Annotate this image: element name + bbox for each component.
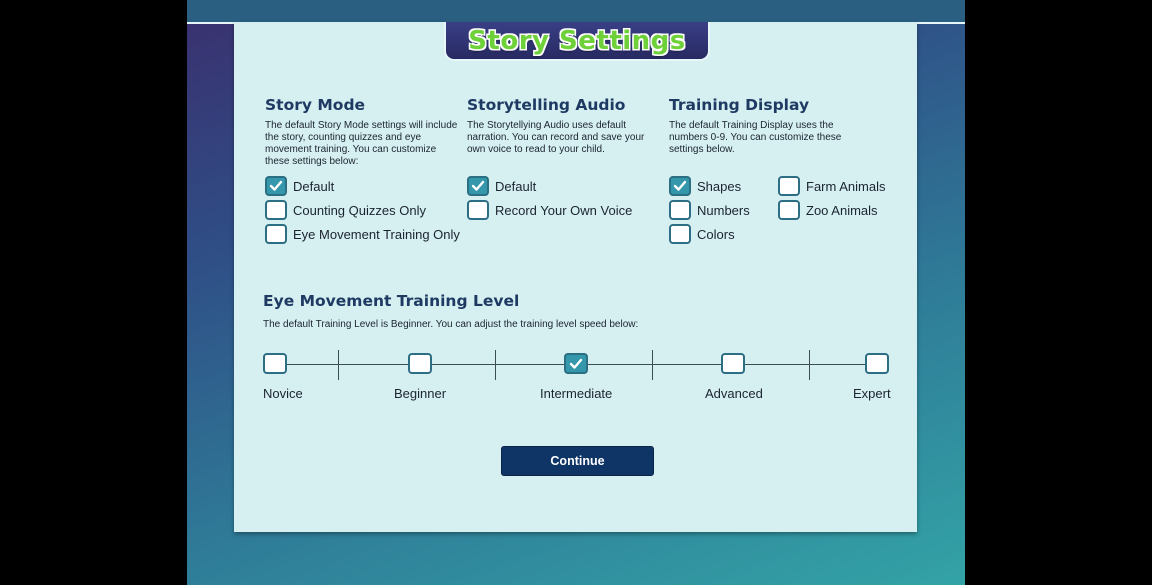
display-option-colors[interactable]: Colors	[669, 224, 735, 244]
checkbox-icon[interactable]	[263, 353, 287, 374]
checkbox-icon[interactable]	[721, 353, 745, 374]
title-tab: Story Settings	[444, 22, 710, 61]
checkbox-icon[interactable]	[265, 200, 287, 220]
checkbox-icon[interactable]	[865, 353, 889, 374]
level-label-intermediate: Intermediate	[540, 386, 613, 401]
story-mode-description: The default Story Mode settings will inc…	[265, 120, 458, 167]
option-label: Record Your Own Voice	[495, 202, 633, 218]
level-label-advanced: Advanced	[705, 386, 763, 401]
checkbox-icon[interactable]	[467, 200, 489, 220]
display-description: The default Training Display uses the nu…	[669, 120, 842, 155]
checkbox-icon[interactable]	[408, 353, 432, 374]
checkbox-icon[interactable]	[669, 224, 691, 244]
continue-button[interactable]: Continue	[501, 446, 654, 476]
option-label: Numbers	[697, 202, 750, 218]
app-window: Story Mode The default Story Mode settin…	[187, 0, 965, 585]
eye-training-heading: Eye Movement Training Level	[263, 292, 520, 310]
top-bar	[187, 0, 965, 24]
page-title: Story Settings	[468, 25, 686, 56]
display-option-shapes[interactable]: Shapes	[669, 176, 741, 196]
level-label-novice: Novice	[263, 386, 303, 401]
checkbox-checked-icon[interactable]	[265, 176, 287, 196]
checkbox-icon[interactable]	[778, 200, 800, 220]
level-expert-checkbox[interactable]	[865, 353, 889, 374]
audio-option-default[interactable]: Default	[467, 176, 536, 196]
audio-heading: Storytelling Audio	[467, 96, 626, 114]
slider-tick	[809, 350, 810, 380]
option-label: Default	[495, 178, 537, 194]
option-label: Shapes	[697, 178, 742, 194]
story-mode-option-default[interactable]: Default	[265, 176, 334, 196]
display-heading: Training Display	[669, 96, 810, 114]
option-label: Eye Movement Training Only	[293, 226, 460, 242]
display-option-numbers[interactable]: Numbers	[669, 200, 750, 220]
slider-tick	[652, 350, 653, 380]
audio-section: Storytelling Audio The Storytellying Aud…	[467, 96, 657, 156]
story-mode-option-counting-quizzes[interactable]: Counting Quizzes Only	[265, 200, 426, 220]
story-mode-heading: Story Mode	[265, 96, 366, 114]
slider-tick	[495, 350, 496, 380]
display-option-farm-animals[interactable]: Farm Animals	[778, 176, 885, 196]
eye-training-description: The default Training Level is Beginner. …	[263, 319, 639, 330]
checkbox-checked-icon[interactable]	[564, 353, 588, 374]
level-label-expert: Expert	[853, 386, 891, 401]
level-beginner-checkbox[interactable]	[408, 353, 432, 374]
level-advanced-checkbox[interactable]	[721, 353, 745, 374]
story-mode-section: Story Mode The default Story Mode settin…	[265, 96, 460, 168]
audio-description: The Storytellying Audio uses default nar…	[467, 120, 645, 155]
slider-tick	[338, 350, 339, 380]
story-mode-option-eye-movement[interactable]: Eye Movement Training Only	[265, 224, 460, 244]
display-section: Training Display The default Training Di…	[669, 96, 854, 156]
level-label-beginner: Beginner	[394, 386, 447, 401]
option-label: Farm Animals	[806, 178, 886, 194]
option-label: Colors	[697, 226, 735, 242]
checkbox-icon[interactable]	[669, 200, 691, 220]
option-label: Counting Quizzes Only	[293, 202, 426, 218]
audio-option-record-voice[interactable]: Record Your Own Voice	[467, 200, 632, 220]
checkbox-icon[interactable]	[778, 176, 800, 196]
option-label: Zoo Animals	[806, 202, 878, 218]
checkbox-checked-icon[interactable]	[669, 176, 691, 196]
option-label: Default	[293, 178, 335, 194]
checkbox-checked-icon[interactable]	[467, 176, 489, 196]
level-intermediate-checkbox[interactable]	[564, 353, 588, 374]
level-novice-checkbox[interactable]	[263, 353, 287, 374]
checkbox-icon[interactable]	[265, 224, 287, 244]
display-option-zoo-animals[interactable]: Zoo Animals	[778, 200, 878, 220]
